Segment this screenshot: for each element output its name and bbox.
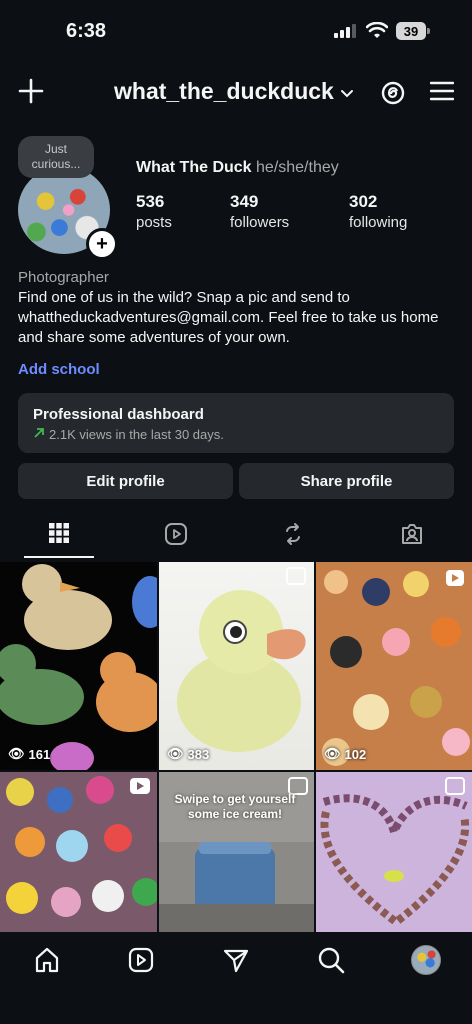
edit-profile-button[interactable]: Edit profile — [18, 463, 233, 499]
create-post-icon[interactable] — [18, 78, 44, 109]
view-count: 👁 383 — [167, 746, 209, 762]
display-name-text: What The Duck — [136, 159, 252, 176]
threads-icon[interactable] — [380, 80, 406, 111]
eye-icon: 👁 — [167, 746, 184, 761]
tab-tagged[interactable] — [382, 522, 442, 551]
reposts-icon — [281, 522, 305, 551]
display-name: What The Duck he/she/they — [136, 159, 339, 177]
view-count: 👁 102 — [324, 746, 366, 762]
hamburger-menu-icon[interactable] — [429, 80, 455, 107]
nav-search[interactable] — [316, 946, 346, 976]
post-thumbnail[interactable]: 👁 161 — [0, 562, 157, 770]
nav-home[interactable] — [32, 946, 62, 976]
dashboard-subtitle: 2.1K views in the last 30 days. — [33, 427, 224, 442]
wifi-icon — [365, 21, 389, 45]
post-thumbnail[interactable]: 👁 102 — [316, 562, 472, 770]
grid-icon — [48, 522, 70, 549]
active-tab-indicator — [24, 556, 94, 558]
chevron-down-icon — [340, 78, 354, 105]
battery-tip — [427, 28, 430, 34]
add-story-plus-icon[interactable]: + — [86, 228, 118, 260]
post-overlay-text: Swipe to get yourself some ice cream! — [174, 792, 296, 821]
following-label: following — [349, 214, 408, 231]
following-count: 302 — [349, 192, 378, 211]
followers-label: followers — [230, 214, 290, 231]
nav-profile-avatar[interactable] — [411, 945, 441, 975]
view-count-text: 102 — [344, 746, 367, 762]
eye-icon: 👁 — [324, 746, 341, 761]
send-icon — [222, 946, 250, 976]
posts-label: posts — [136, 214, 172, 231]
status-time: 6:38 — [66, 20, 107, 42]
pronouns: he/she/they — [256, 159, 339, 176]
eye-icon: 👁 — [8, 746, 25, 761]
view-count-text: 161 — [28, 746, 51, 762]
professional-dashboard[interactable] — [18, 393, 454, 453]
view-count-text: 383 — [187, 746, 210, 762]
followers-count: 349 — [230, 192, 259, 211]
posts-grid: 👁 161 👁 383 👁 102 Swipe to get yourself … — [0, 562, 472, 932]
add-school-link[interactable]: Add school — [18, 361, 100, 378]
share-profile-button[interactable]: Share profile — [239, 463, 454, 499]
battery-icon: 39 — [396, 22, 426, 40]
tab-reposts[interactable] — [263, 522, 323, 551]
view-count: 👁 161 — [8, 746, 50, 762]
nav-messages[interactable] — [221, 946, 251, 976]
profile-category: Photographer — [18, 269, 109, 286]
post-thumbnail[interactable] — [316, 772, 472, 932]
trend-up-icon — [33, 427, 45, 442]
followers-stat[interactable]: 349 followers — [230, 192, 289, 231]
post-thumbnail[interactable]: Swipe to get yourself some ice cream! — [159, 772, 314, 932]
posts-stat[interactable]: 536 posts — [136, 192, 172, 231]
search-icon — [317, 946, 345, 976]
username: what_the_duckduck — [114, 78, 334, 104]
reels-icon — [164, 522, 188, 551]
bio-text: Find one of us in the wild? Snap a pic a… — [18, 289, 439, 346]
note-line: Just — [44, 142, 67, 156]
dashboard-views-text: 2.1K views in the last 30 days. — [49, 427, 224, 442]
following-stat[interactable]: 302 following — [349, 192, 407, 231]
note-line: curious... — [31, 157, 81, 171]
tab-grid[interactable] — [29, 522, 89, 549]
reels-icon — [127, 946, 155, 976]
bio: Photographer Find one of us in the wild?… — [18, 268, 458, 348]
account-switcher[interactable]: what_the_duckduck — [114, 78, 354, 105]
post-thumbnail[interactable] — [0, 772, 157, 932]
cellular-signal-icon — [334, 24, 356, 38]
post-thumbnail[interactable]: 👁 383 — [159, 562, 314, 770]
home-icon — [33, 946, 61, 976]
dashboard-title: Professional dashboard — [33, 406, 204, 423]
posts-count: 536 — [136, 192, 165, 211]
tab-reels[interactable] — [146, 522, 206, 551]
nav-reels[interactable] — [126, 946, 156, 976]
tagged-icon — [400, 522, 424, 551]
profile-note[interactable]: Just curious... — [18, 136, 94, 178]
